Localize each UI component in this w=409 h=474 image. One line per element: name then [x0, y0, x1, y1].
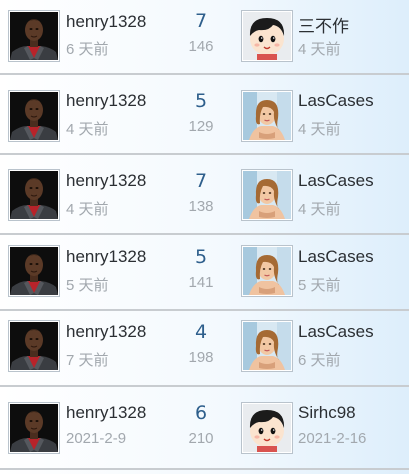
author-name[interactable]: henry1328 [66, 403, 146, 423]
last-reply-avatar[interactable] [241, 402, 293, 454]
thread-row: henry1328 4 天前 5 129 LasCases 4 天前 [0, 75, 409, 155]
author-name[interactable]: henry1328 [66, 91, 146, 111]
author-avatar[interactable] [8, 402, 60, 454]
last-reply-avatar[interactable] [241, 90, 293, 142]
last-reply-time: 4 天前 [298, 121, 341, 138]
last-reply-avatar[interactable] [241, 320, 293, 372]
last-reply-time: 6 天前 [298, 352, 341, 369]
last-reply-user[interactable]: LasCases [298, 171, 374, 191]
last-reply-time: 5 天前 [298, 277, 341, 294]
view-count: 146 [188, 38, 214, 55]
last-reply-time: 2021-2-16 [298, 430, 367, 447]
author-time: 4 天前 [66, 121, 109, 138]
author-time: 6 天前 [66, 41, 109, 58]
author-name[interactable]: henry1328 [66, 322, 146, 342]
last-reply-user[interactable]: Sirhc98 [298, 403, 356, 423]
last-reply-user[interactable]: LasCases [298, 247, 374, 267]
author-avatar[interactable] [8, 245, 60, 297]
thread-row: henry1328 4 天前 7 138 LasCases 4 天前 [0, 155, 409, 235]
last-reply-time: 4 天前 [298, 201, 341, 218]
view-count: 129 [188, 118, 214, 135]
last-reply-avatar[interactable] [241, 169, 293, 221]
last-reply-user[interactable]: LasCases [298, 322, 374, 342]
last-reply-time: 4 天前 [298, 41, 341, 58]
reply-count: 7 [194, 10, 208, 32]
author-avatar[interactable] [8, 90, 60, 142]
author-name[interactable]: henry1328 [66, 247, 146, 267]
view-count: 141 [188, 274, 214, 291]
thread-row: henry1328 2021-2-9 6 210 Sirhc98 2021-2-… [0, 387, 409, 470]
reply-count: 5 [194, 246, 208, 268]
last-reply-user[interactable]: LasCases [298, 91, 374, 111]
view-count: 138 [188, 198, 214, 215]
view-count: 198 [188, 349, 214, 366]
author-time: 5 天前 [66, 277, 109, 294]
thread-row: henry1328 7 天前 4 198 LasCases 6 天前 [0, 311, 409, 387]
author-name[interactable]: henry1328 [66, 12, 146, 32]
last-reply-user[interactable]: 三不作 [298, 12, 349, 37]
last-reply-avatar[interactable] [241, 245, 293, 297]
thread-row: henry1328 5 天前 5 141 LasCases 5 天前 [0, 235, 409, 311]
view-count: 210 [188, 430, 214, 447]
author-time: 7 天前 [66, 352, 109, 369]
author-time: 4 天前 [66, 201, 109, 218]
thread-row: henry1328 6 天前 7 146 三不作 4 天前 [0, 0, 409, 75]
reply-count: 6 [194, 402, 208, 424]
author-time: 2021-2-9 [66, 430, 127, 447]
last-reply-avatar[interactable] [241, 10, 293, 62]
reply-count: 5 [194, 90, 208, 112]
author-name[interactable]: henry1328 [66, 171, 146, 191]
thread-list: henry1328 6 天前 7 146 三不作 4 天前 henry1328 … [0, 0, 409, 470]
author-avatar[interactable] [8, 10, 60, 62]
author-avatar[interactable] [8, 320, 60, 372]
author-avatar[interactable] [8, 169, 60, 221]
reply-count: 4 [194, 321, 208, 343]
reply-count: 7 [194, 170, 208, 192]
